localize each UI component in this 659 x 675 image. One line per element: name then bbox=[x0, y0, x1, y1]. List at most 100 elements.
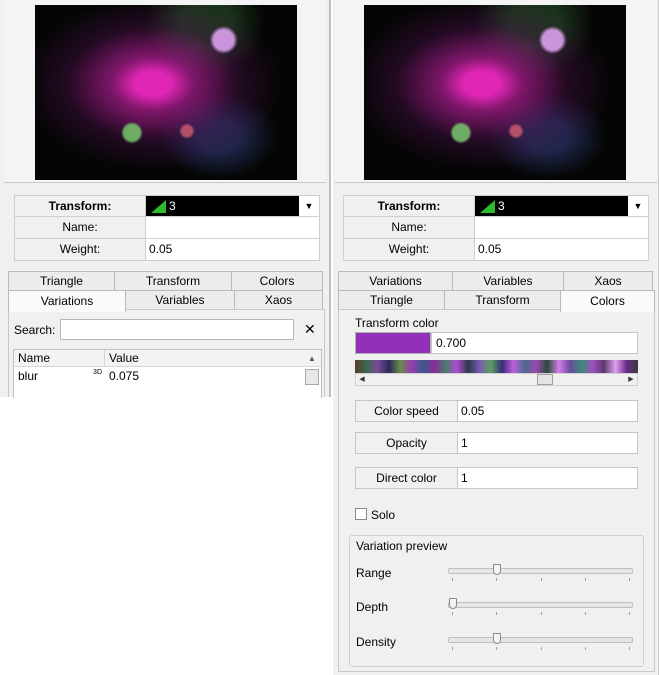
name-field[interactable] bbox=[475, 217, 648, 238]
slider-tick bbox=[584, 578, 586, 581]
weight-label: Weight: bbox=[344, 239, 475, 260]
chevron-down-icon[interactable]: ▼ bbox=[299, 196, 319, 216]
weight-field[interactable]: 0.05 bbox=[475, 239, 648, 260]
tab-variations[interactable]: Variations bbox=[8, 290, 126, 312]
search-input[interactable] bbox=[60, 319, 294, 340]
direct-color-label: Direct color bbox=[355, 467, 458, 489]
scroll-up-icon[interactable]: ▲ bbox=[303, 350, 321, 367]
opacity-row: Opacity 1 bbox=[355, 432, 638, 454]
3d-badge: 3D bbox=[93, 369, 102, 376]
slider-tick bbox=[540, 612, 542, 615]
color-speed-row: Color speed 0.05 bbox=[355, 400, 638, 422]
depth-slider[interactable] bbox=[448, 602, 633, 608]
weight-field[interactable]: 0.05 bbox=[146, 239, 319, 260]
tab-triangle[interactable]: Triangle bbox=[8, 271, 115, 290]
chevron-down-icon[interactable]: ▼ bbox=[628, 196, 648, 216]
transform-color-value[interactable]: 0.700 bbox=[431, 332, 638, 354]
name-label: Name: bbox=[344, 217, 475, 238]
slider-tick bbox=[629, 612, 630, 615]
right-preview-area bbox=[335, 0, 657, 183]
right-editor-panel: Transform: 3 ▼ Name: Weight: 0.05 Variat… bbox=[333, 0, 659, 675]
table-header: Name Value bbox=[14, 350, 321, 367]
transform-combo[interactable]: 3 ▼ bbox=[146, 196, 319, 216]
slider-tick bbox=[452, 647, 453, 650]
slider-tick bbox=[452, 612, 453, 615]
scrollbar-thumb[interactable] bbox=[536, 374, 553, 385]
transform-label: Transform: bbox=[15, 196, 146, 216]
solo-label[interactable]: Solo bbox=[371, 508, 395, 522]
slider-tick bbox=[496, 612, 498, 615]
slider-tick bbox=[584, 647, 586, 650]
density-slider-knob[interactable] bbox=[492, 633, 501, 644]
slider-tick bbox=[452, 578, 453, 581]
tab-variables[interactable]: Variables bbox=[452, 271, 564, 290]
name-field[interactable] bbox=[146, 217, 319, 238]
tab-colors[interactable]: Colors bbox=[231, 271, 323, 290]
flame-preview-image bbox=[364, 5, 626, 180]
depth-slider-knob[interactable] bbox=[449, 598, 457, 609]
column-header-value[interactable]: Value bbox=[105, 350, 303, 366]
variation-name: blur 3D bbox=[14, 367, 105, 385]
opacity-label: Opacity bbox=[355, 432, 458, 454]
variations-table: Name Value blur 3D 0.075 ▲ bbox=[13, 349, 322, 398]
slider-tick bbox=[629, 578, 630, 581]
chevron-left-icon[interactable]: ◀ bbox=[356, 374, 368, 385]
color-speed-label: Color speed bbox=[355, 400, 458, 422]
tab-variables[interactable]: Variables bbox=[125, 290, 235, 309]
range-label: Range bbox=[356, 566, 392, 580]
triangle-icon bbox=[480, 199, 495, 213]
tab-transform[interactable]: Transform bbox=[114, 271, 232, 290]
search-label: Search: bbox=[14, 323, 56, 337]
density-slider[interactable] bbox=[448, 637, 633, 643]
tab-triangle[interactable]: Triangle bbox=[338, 290, 445, 309]
flame-preview-image bbox=[35, 5, 297, 180]
variations-tab-content: Search: ✕ Name Value blur 3D 0.075 ▲ bbox=[8, 309, 325, 398]
variation-value[interactable]: 0.075 bbox=[105, 367, 303, 385]
colors-tab-content: Transform color 0.700 ◀ ▶ Color speed 0.… bbox=[338, 309, 655, 672]
right-tabs-top: Variations Variables Xaos bbox=[338, 271, 653, 290]
scrollbar-thumb[interactable] bbox=[305, 369, 319, 385]
tab-colors[interactable]: Colors bbox=[560, 290, 655, 312]
slider-tick bbox=[496, 647, 498, 650]
slider-tick bbox=[496, 578, 498, 581]
color-speed-field[interactable]: 0.05 bbox=[458, 400, 638, 422]
depth-label: Depth bbox=[356, 600, 389, 614]
weight-label: Weight: bbox=[15, 239, 146, 260]
left-preview-area bbox=[4, 0, 326, 183]
column-header-name[interactable]: Name bbox=[14, 350, 105, 366]
left-editor-panel: Transform: 3 ▼ Name: Weight: 0.05 Triang… bbox=[0, 0, 331, 398]
transform-label: Transform: bbox=[344, 196, 475, 216]
color-gradient-bar[interactable] bbox=[355, 360, 638, 373]
tab-transform[interactable]: Transform bbox=[444, 290, 561, 309]
chevron-right-icon[interactable]: ▶ bbox=[625, 374, 637, 385]
opacity-field[interactable]: 1 bbox=[458, 432, 638, 454]
transform-color-swatch[interactable] bbox=[355, 332, 431, 354]
color-scrollbar[interactable]: ◀ ▶ bbox=[355, 373, 638, 386]
close-icon[interactable]: ✕ bbox=[304, 321, 316, 338]
transform-combo-value: 3 bbox=[169, 198, 176, 213]
tab-xaos[interactable]: Xaos bbox=[563, 271, 653, 290]
range-slider[interactable] bbox=[448, 568, 633, 574]
direct-color-field[interactable]: 1 bbox=[458, 467, 638, 489]
transform-properties: Transform: 3 ▼ Name: Weight: 0.05 bbox=[14, 195, 320, 261]
solo-checkbox[interactable] bbox=[355, 508, 367, 520]
left-tabs-bottom: Variations Variables Xaos bbox=[8, 290, 323, 312]
tab-xaos[interactable]: Xaos bbox=[234, 290, 323, 309]
table-row[interactable]: blur 3D 0.075 bbox=[14, 367, 321, 385]
slider-tick bbox=[540, 647, 542, 650]
range-slider-knob[interactable] bbox=[492, 564, 501, 575]
density-label: Density bbox=[356, 635, 397, 649]
slider-tick bbox=[540, 578, 542, 581]
variation-preview-title: Variation preview bbox=[356, 539, 448, 553]
transform-combo[interactable]: 3 ▼ bbox=[475, 196, 648, 216]
variation-name-text: blur bbox=[18, 369, 39, 383]
transform-color-title: Transform color bbox=[355, 316, 439, 330]
right-tabs-bottom: Triangle Transform Colors bbox=[338, 290, 655, 312]
transform-properties: Transform: 3 ▼ Name: Weight: 0.05 bbox=[343, 195, 649, 261]
name-label: Name: bbox=[15, 217, 146, 238]
direct-color-row: Direct color 1 bbox=[355, 467, 638, 489]
variation-preview-group: Variation preview Range Depth Density bbox=[349, 535, 644, 667]
slider-tick bbox=[629, 647, 630, 650]
transform-combo-value: 3 bbox=[498, 198, 505, 213]
tab-variations[interactable]: Variations bbox=[338, 271, 453, 290]
